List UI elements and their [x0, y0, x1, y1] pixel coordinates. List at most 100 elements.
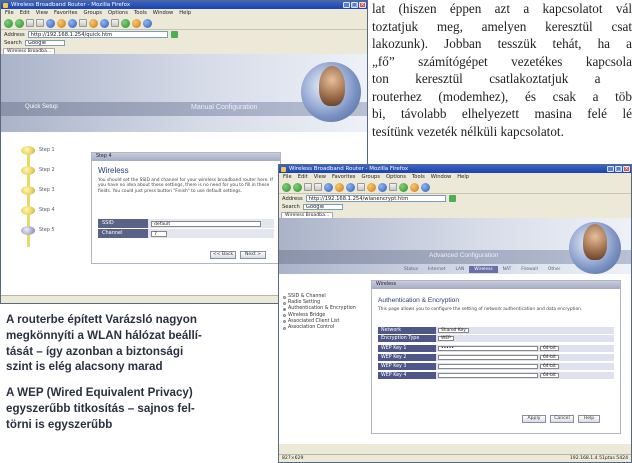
maximize-button[interactable]: □: [351, 2, 358, 8]
wizard-step-5[interactable]: Step 5: [21, 226, 55, 235]
search-input[interactable]: Google: [302, 204, 343, 210]
edit-icon[interactable]: [111, 19, 119, 27]
address-input[interactable]: http://192.168.1.254/quick.htm: [27, 31, 168, 38]
maximize-button[interactable]: □: [615, 166, 622, 172]
wep-bits-select[interactable]: 64-bit: [540, 345, 559, 352]
menu-window[interactable]: Window: [431, 173, 451, 181]
menu-tools[interactable]: Tools: [412, 173, 425, 181]
tab-wireless[interactable]: Wireless: [469, 266, 498, 273]
search-icon[interactable]: [57, 18, 66, 28]
go-icon[interactable]: [170, 31, 178, 38]
menu-tools[interactable]: Tools: [134, 9, 147, 17]
channel-select[interactable]: 7: [151, 230, 167, 237]
address-input[interactable]: http://192.168.1.254/wlanencrypt.htm: [305, 195, 446, 202]
minimize-button[interactable]: _: [343, 2, 350, 8]
mail-icon[interactable]: [367, 182, 376, 192]
back-icon[interactable]: [4, 18, 13, 28]
apply-button[interactable]: Apply: [522, 415, 546, 423]
menu-edit[interactable]: Edit: [20, 9, 30, 17]
wizard-step-2[interactable]: Step 2: [21, 166, 55, 175]
forward-icon[interactable]: [293, 182, 302, 192]
history-icon[interactable]: [357, 183, 365, 191]
menu-options[interactable]: Options: [108, 9, 128, 17]
wep-key-input[interactable]: [438, 363, 538, 370]
messenger-icon[interactable]: [421, 182, 430, 192]
network-auth-select[interactable]: Shared Key: [438, 327, 469, 334]
tools-icon[interactable]: [399, 182, 408, 192]
edit-icon[interactable]: [389, 183, 397, 191]
back-button[interactable]: << Back: [210, 251, 236, 259]
back-icon[interactable]: [282, 182, 291, 192]
encryption-type-select[interactable]: WEP: [438, 335, 454, 342]
menu-options[interactable]: Options: [386, 173, 406, 181]
close-button[interactable]: ×: [359, 2, 366, 8]
menu-view[interactable]: View: [36, 9, 48, 17]
wep-key-row: WEP Key 1 ••••• 64-bit: [378, 345, 614, 352]
help-button[interactable]: Help: [578, 415, 600, 423]
firefox-icon: [3, 2, 8, 8]
close-button[interactable]: ×: [623, 166, 630, 172]
tab-lan[interactable]: LAN: [450, 266, 469, 273]
cancel-button[interactable]: Cancel: [550, 415, 574, 423]
menu-favorites[interactable]: Favorites: [332, 173, 355, 181]
menu-view[interactable]: View: [314, 173, 326, 181]
wep-key-input[interactable]: [438, 372, 538, 379]
stop-icon[interactable]: [304, 183, 312, 191]
article-line: lat (hiszen éppen azt a kapcsolatot vál: [372, 1, 632, 16]
wep-key-input[interactable]: [438, 354, 538, 361]
wizard-step-1[interactable]: Step 1: [21, 146, 55, 155]
search-input[interactable]: Google: [24, 40, 65, 46]
wizard-step-4[interactable]: Step 4: [21, 206, 55, 215]
caption-line: egyszerűbb titkosítás – sajnos fel-: [6, 401, 195, 415]
search-icon[interactable]: [335, 182, 344, 192]
status-bar: 827×629 192.168.1.4 51ptas 5424: [279, 454, 631, 462]
wep-bits-select[interactable]: 64-bit: [540, 363, 559, 370]
tab-status[interactable]: Status: [399, 266, 423, 273]
favorites-icon[interactable]: [346, 182, 355, 192]
radio-icon: [283, 307, 286, 311]
side-item-assoc[interactable]: Association Control: [283, 325, 363, 331]
tab-firewall[interactable]: Firewall: [516, 266, 543, 273]
panel-header: Wireless: [372, 281, 620, 289]
menu-window[interactable]: Window: [153, 9, 173, 17]
history-icon[interactable]: [79, 19, 87, 27]
ssid-input[interactable]: default: [151, 220, 261, 227]
tools-icon[interactable]: [121, 18, 130, 28]
home-icon[interactable]: [324, 182, 333, 192]
wep-bits-select[interactable]: 64-bit: [540, 354, 559, 361]
next-button[interactable]: Next >: [240, 251, 266, 259]
menu-favorites[interactable]: Favorites: [54, 9, 77, 17]
minimize-button[interactable]: _: [607, 166, 614, 172]
wep-key-input[interactable]: •••••: [438, 345, 538, 352]
forward-icon[interactable]: [15, 18, 24, 28]
go-icon[interactable]: [448, 195, 456, 202]
window-icon[interactable]: [132, 18, 141, 28]
print-icon[interactable]: [378, 182, 387, 192]
tab-strip: Wireless Broadba...: [1, 47, 367, 54]
refresh-icon[interactable]: [314, 183, 322, 191]
tab-other[interactable]: Other: [543, 266, 565, 273]
menu-file[interactable]: File: [5, 9, 14, 17]
tab-internet[interactable]: Internet: [423, 266, 450, 273]
menu-groups[interactable]: Groups: [83, 9, 102, 17]
status-right: 192.168.1.4 51ptas 5424: [569, 456, 628, 461]
router-banner: Quick Setup Manual Configuration: [1, 54, 367, 132]
menu-help[interactable]: Help: [457, 173, 469, 181]
tab-nat[interactable]: NAT: [498, 266, 517, 273]
menu-edit[interactable]: Edit: [298, 173, 308, 181]
menu-file[interactable]: File: [283, 173, 292, 181]
menu-help[interactable]: Help: [179, 9, 191, 17]
mail-icon[interactable]: [89, 18, 98, 28]
messenger-icon[interactable]: [143, 18, 152, 28]
refresh-icon[interactable]: [36, 19, 44, 27]
stop-icon[interactable]: [26, 19, 34, 27]
menu-groups[interactable]: Groups: [361, 173, 380, 181]
wizard-step-3[interactable]: Step 3: [21, 186, 55, 195]
browser-window-encryption: Wireless Broadband Router - Mozilla Fire…: [278, 164, 632, 463]
print-icon[interactable]: [100, 18, 109, 28]
window-icon[interactable]: [410, 182, 419, 192]
step-dot-icon: [21, 166, 35, 175]
wep-bits-select[interactable]: 64-bit: [540, 372, 559, 379]
favorites-icon[interactable]: [68, 18, 77, 28]
home-icon[interactable]: [46, 18, 55, 28]
